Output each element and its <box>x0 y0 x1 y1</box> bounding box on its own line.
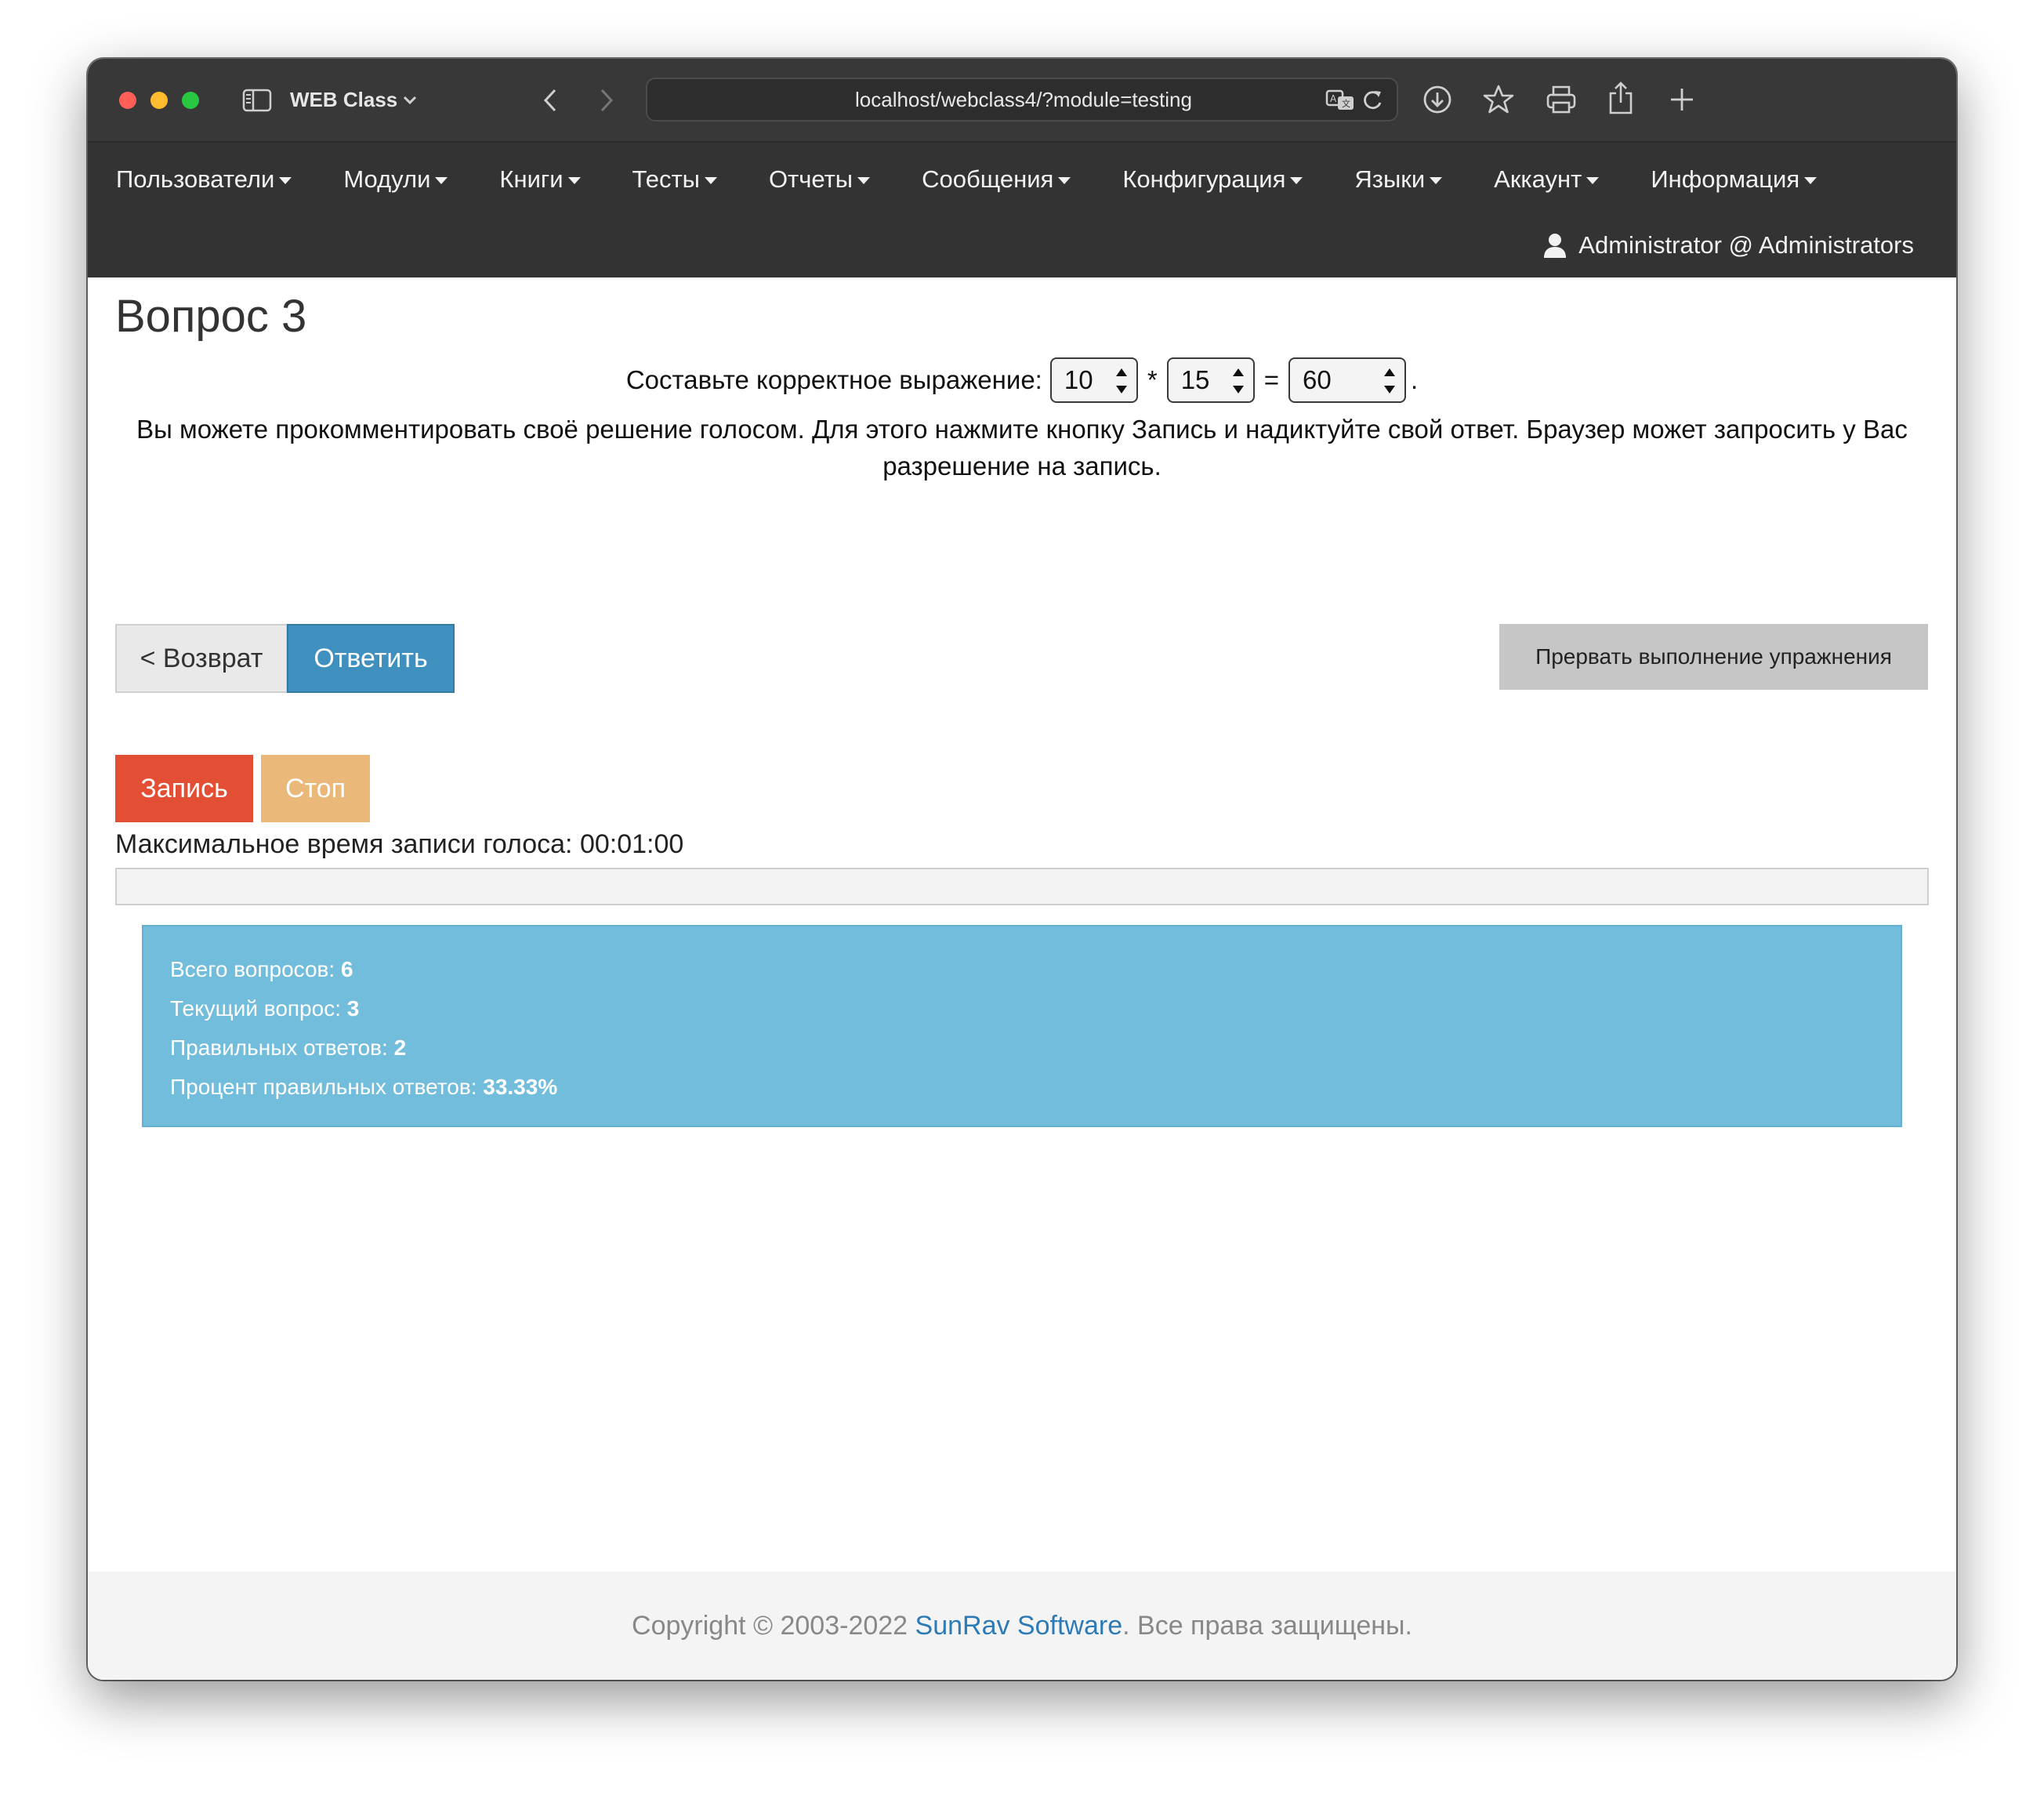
stats-current-row: Текущий вопрос: 3 <box>170 989 1874 1028</box>
record-button[interactable]: Запись <box>115 755 253 822</box>
stats-current-label: Текущий вопрос: <box>170 996 341 1021</box>
stats-percent-label: Процент правильных ответов: <box>170 1075 477 1099</box>
nav-item-label: Пользователи <box>116 165 275 193</box>
reload-icon[interactable] <box>1359 87 1386 114</box>
question-prompt: Составьте корректное выражение: <box>625 365 1042 394</box>
zoom-window-button[interactable] <box>182 92 199 109</box>
operand2-value: 15 <box>1180 365 1210 394</box>
nav-item-users[interactable]: Пользователи <box>116 160 292 199</box>
nav-item-label: Сообщения <box>922 165 1054 193</box>
operator-multiply: * <box>1147 365 1158 394</box>
copyright-text: Copyright © 2003-2022 <box>632 1610 915 1641</box>
nav-item-configuration[interactable]: Конфигурация <box>1122 160 1303 199</box>
page-footer: Copyright © 2003-2022 SunRav Software. В… <box>88 1572 1956 1680</box>
nav-item-information[interactable]: Информация <box>1651 160 1817 199</box>
nav-item-modules[interactable]: Модули <box>343 160 448 199</box>
user-menu[interactable]: Administrator @ Administrators <box>1542 226 1914 265</box>
nav-menu: Пользователи Модули Книги Тесты Отчеты С… <box>116 160 1868 199</box>
nav-item-tests[interactable]: Тесты <box>632 160 717 199</box>
voice-comment-instructions: Вы можете прокомментировать своё решение… <box>136 415 1908 480</box>
operand1-value: 10 <box>1064 365 1093 394</box>
answer-button[interactable]: Ответить <box>287 624 455 693</box>
translate-icon[interactable]: A文 <box>1325 89 1356 112</box>
stats-current-value: 3 <box>346 996 360 1021</box>
operator-equals: = <box>1263 365 1279 394</box>
nav-item-label: Информация <box>1651 165 1800 193</box>
tab-group-title[interactable]: WEB Class <box>290 84 397 115</box>
caret-down-icon <box>1430 176 1443 184</box>
stats-percent-value: 33.33% <box>483 1075 558 1099</box>
test-stats-panel: Всего вопросов: 6 Текущий вопрос: 3 Прав… <box>142 925 1902 1127</box>
stats-correct-row: Правильных ответов: 2 <box>170 1028 1874 1068</box>
stats-correct-label: Правильных ответов: <box>170 1035 388 1060</box>
result-select[interactable]: 60 <box>1288 357 1406 403</box>
nav-item-label: Аккаунт <box>1494 165 1582 193</box>
browser-toolbar: WEB Class localhost/webclass4/?module=te… <box>88 59 1956 143</box>
expression-end: . <box>1410 365 1419 394</box>
print-icon[interactable] <box>1544 82 1578 117</box>
operand1-select[interactable]: 10 <box>1049 357 1138 403</box>
back-arrow-icon[interactable] <box>536 85 564 115</box>
abort-exercise-button[interactable]: Прервать выполнение упражнения <box>1499 624 1928 690</box>
caret-down-icon <box>567 176 581 184</box>
download-icon[interactable] <box>1420 82 1455 117</box>
stop-button[interactable]: Стоп <box>261 755 370 822</box>
rights-text: . Все права защищены. <box>1122 1610 1412 1641</box>
nav-item-reports[interactable]: Отчеты <box>768 160 871 199</box>
stats-total-value: 6 <box>340 957 353 981</box>
close-window-button[interactable] <box>119 92 136 109</box>
svg-text:文: 文 <box>1342 98 1350 109</box>
caret-down-icon <box>857 176 871 184</box>
caret-down-icon <box>435 176 448 184</box>
select-arrows-icon <box>1232 368 1244 393</box>
nav-item-languages[interactable]: Языки <box>1354 160 1443 199</box>
minimize-window-button[interactable] <box>150 92 168 109</box>
nav-item-messages[interactable]: Сообщения <box>922 160 1071 199</box>
caret-down-icon <box>1058 176 1071 184</box>
nav-item-label: Языки <box>1354 165 1426 193</box>
expression-line: Составьте корректное выражение: 10 * 15 … <box>88 354 1956 406</box>
caret-down-icon <box>1290 176 1303 184</box>
sunrav-software-link[interactable]: SunRav Software <box>915 1611 1123 1641</box>
stats-total-row: Всего вопросов: 6 <box>170 950 1874 989</box>
sidebar-toggle-icon[interactable] <box>241 87 273 114</box>
select-arrows-icon <box>1383 368 1395 393</box>
operand2-select[interactable]: 15 <box>1166 357 1255 403</box>
chevron-down-icon[interactable] <box>400 87 420 114</box>
stats-correct-value: 2 <box>393 1035 407 1060</box>
stats-total-label: Всего вопросов: <box>170 957 335 981</box>
caret-down-icon <box>1586 176 1600 184</box>
main-navbar: Пользователи Модули Книги Тесты Отчеты С… <box>88 143 1956 277</box>
address-bar[interactable]: localhost/webclass4/?module=testing <box>646 78 1398 121</box>
result-value: 60 <box>1302 365 1332 394</box>
user-icon <box>1542 232 1567 259</box>
browser-window: WEB Class localhost/webclass4/?module=te… <box>88 59 1956 1680</box>
nav-item-label: Конфигурация <box>1122 165 1286 193</box>
select-arrows-icon <box>1115 368 1127 393</box>
caret-down-icon <box>704 176 717 184</box>
bookmark-star-icon[interactable] <box>1481 82 1516 117</box>
nav-item-label: Отчеты <box>768 165 853 193</box>
share-icon[interactable] <box>1605 79 1636 117</box>
caret-down-icon <box>279 176 292 184</box>
max-record-time: Максимальное время записи голоса: 00:01:… <box>115 829 684 859</box>
recording-progress-bar <box>115 868 1929 905</box>
back-button[interactable]: < Возврат <box>115 624 288 693</box>
caret-down-icon <box>1804 176 1817 184</box>
nav-item-label: Книги <box>499 165 564 193</box>
forward-arrow-icon[interactable] <box>593 85 621 115</box>
user-name: Administrator @ Administrators <box>1578 231 1914 259</box>
nav-item-label: Тесты <box>632 165 700 193</box>
nav-item-label: Модули <box>343 165 431 193</box>
svg-text:A: A <box>1330 93 1337 104</box>
nav-item-account[interactable]: Аккаунт <box>1494 160 1600 199</box>
stats-percent-row: Процент правильных ответов: 33.33% <box>170 1068 1874 1107</box>
page-title: Вопрос 3 <box>115 291 307 342</box>
new-tab-plus-icon[interactable] <box>1665 82 1699 117</box>
url-text[interactable]: localhost/webclass4/?module=testing <box>647 79 1400 120</box>
nav-item-books[interactable]: Книги <box>499 160 581 199</box>
